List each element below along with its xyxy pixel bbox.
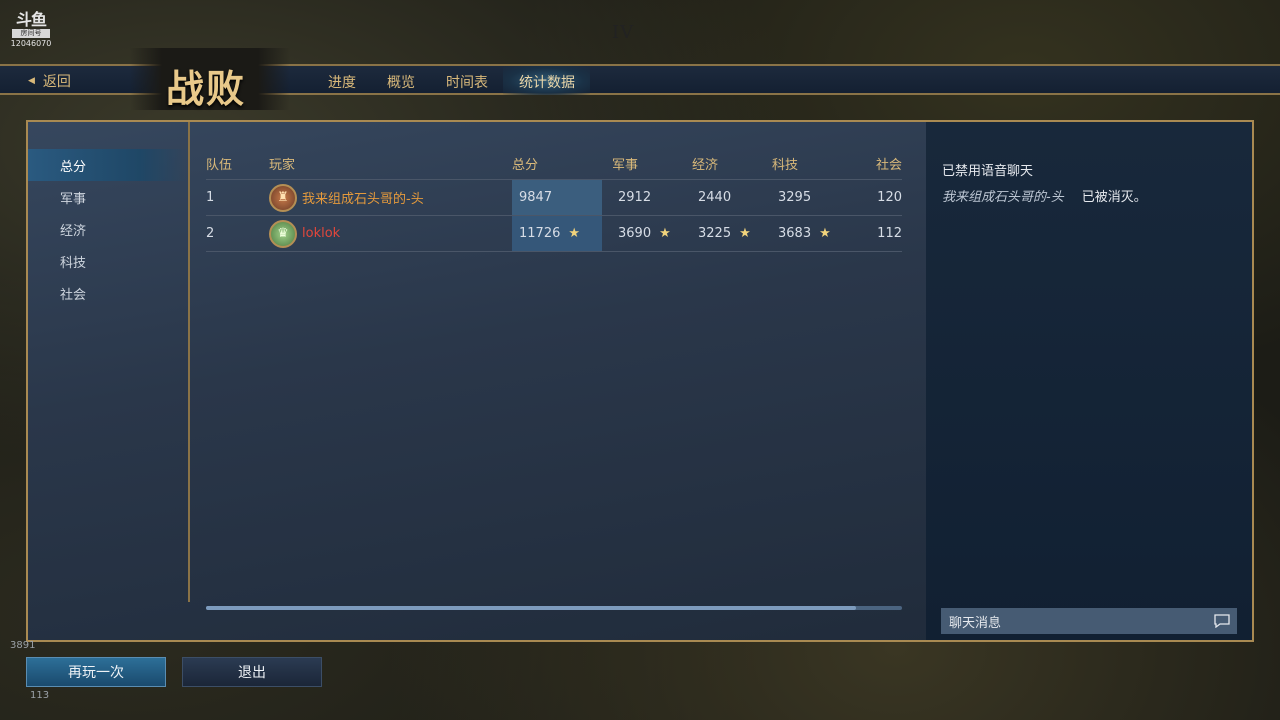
chat-input[interactable]: 聊天消息 [941, 608, 1237, 634]
score-value: 3690 [618, 226, 652, 241]
page-title: 战败 [166, 67, 247, 111]
row-technology-score: 3683 ★ [778, 216, 831, 251]
tab-bar: 进度 概览 时间表 统计数据 [312, 66, 590, 95]
score-value: 11726 [519, 226, 561, 241]
row-technology-score: 3295 [778, 190, 812, 205]
stream-watermark: 斗鱼 房间号 12046070 [10, 10, 52, 49]
sidebar-item-total[interactable]: 总分 [28, 149, 188, 181]
star-icon: ★ [819, 226, 831, 241]
quit-button[interactable]: 退出 [182, 657, 322, 687]
star-icon: ★ [568, 226, 581, 241]
watermark-room-id: 12046070 [10, 39, 52, 48]
tab-timeline[interactable]: 时间表 [430, 66, 503, 95]
table-row[interactable]: 2 ♛ loklok 11726 ★ 3690 ★ 3225 ★ 3683 ★ … [206, 216, 902, 252]
category-sidebar: 总分 军事 经济 科技 社会 [28, 122, 190, 602]
tab-overview[interactable]: 概览 [371, 66, 430, 95]
row-economy-score: 2440 [698, 190, 732, 205]
watermark-tag: 房间号 [12, 29, 50, 38]
row-team: 1 [206, 190, 215, 205]
header-military[interactable]: 军事 [612, 150, 638, 179]
chat-event-text: 已被消灭。 [1081, 190, 1147, 205]
sidebar-item-economy[interactable]: 经济 [28, 213, 188, 245]
header-society[interactable]: 社会 [876, 150, 902, 179]
chat-event-message: 我来组成石头哥的-头 已被消灭。 [942, 186, 1147, 205]
row-total-score: 11726 ★ [512, 216, 602, 251]
resource-counter: 113 [30, 690, 50, 701]
player-avatar-icon: ♜ [269, 183, 297, 212]
row-military-score: 2912 [618, 190, 652, 205]
chat-event-player: 我来组成石头哥的-头 [942, 190, 1064, 205]
row-player: ♜ 我来组成石头哥的-头 [269, 180, 424, 215]
tab-statistics[interactable]: 统计数据 [503, 66, 590, 95]
score-value: 3683 [778, 226, 812, 241]
voice-chat-status: 已禁用语音聊天 [942, 164, 1034, 179]
back-button[interactable]: ◀ 返回 [28, 71, 71, 91]
chat-input-placeholder: 聊天消息 [949, 615, 1002, 631]
header-economy[interactable]: 经济 [692, 150, 718, 179]
star-icon: ★ [739, 226, 751, 241]
score-value: 3225 [698, 226, 732, 241]
row-total-score: 9847 [512, 180, 602, 215]
table-row[interactable]: 1 ♜ 我来组成石头哥的-头 9847 2912 2440 3295 120 [206, 180, 902, 216]
player-avatar-icon: ♛ [269, 219, 297, 248]
header-player[interactable]: 玩家 [269, 150, 295, 179]
header-total[interactable]: 总分 [512, 150, 602, 179]
sidebar-item-military[interactable]: 军事 [28, 181, 188, 213]
row-economy-score: 3225 ★ [698, 216, 751, 251]
player-name: 我来组成石头哥的-头 [302, 192, 424, 207]
chat-bubble-icon[interactable] [1213, 614, 1231, 628]
header-team[interactable]: 队伍 [206, 150, 232, 179]
resource-counter: 3891 [10, 640, 36, 651]
sidebar-item-technology[interactable]: 科技 [28, 245, 188, 277]
scrollbar-thumb[interactable] [206, 606, 856, 610]
back-arrow-icon: ◀ [28, 76, 35, 86]
watermark-logo: 斗鱼 [15, 10, 47, 29]
sidebar-item-society[interactable]: 社会 [28, 277, 188, 309]
row-military-score: 3690 ★ [618, 216, 671, 251]
table-header-row: 队伍 玩家 总分 军事 经济 科技 社会 [206, 150, 902, 180]
era-mark: IV [612, 22, 635, 43]
player-name: loklok [302, 226, 341, 241]
stats-panel: 总分 军事 经济 科技 社会 队伍 玩家 总分 军事 经济 科技 社会 1 ♜ … [26, 120, 1254, 642]
score-table: 队伍 玩家 总分 军事 经济 科技 社会 1 ♜ 我来组成石头哥的-头 9847… [206, 150, 902, 252]
row-player: ♛ loklok [269, 216, 340, 251]
chat-panel: 已禁用语音聊天 我来组成石头哥的-头 已被消灭。 聊天消息 [926, 122, 1252, 640]
tab-progress[interactable]: 进度 [312, 66, 371, 95]
row-society-score: 112 [877, 226, 902, 241]
horizontal-scrollbar[interactable] [206, 606, 902, 610]
header-technology[interactable]: 科技 [772, 150, 798, 179]
play-again-button[interactable]: 再玩一次 [26, 657, 166, 687]
row-team: 2 [206, 226, 215, 241]
back-label: 返回 [42, 74, 71, 90]
star-icon: ★ [659, 226, 671, 241]
row-society-score: 120 [877, 190, 902, 205]
